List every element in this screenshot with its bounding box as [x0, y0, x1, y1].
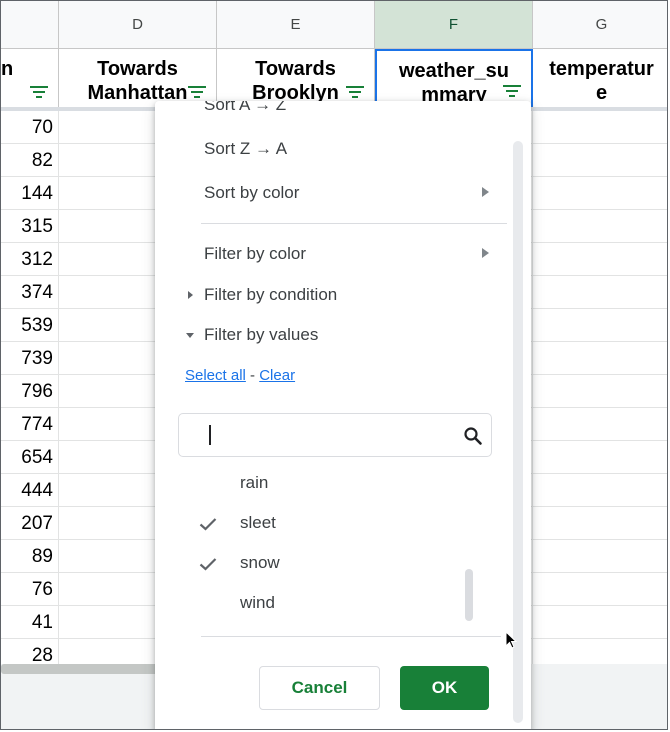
cell-c[interactable]: 207	[1, 507, 59, 540]
cell-c[interactable]: 70	[1, 111, 59, 144]
column-letter-bar: D E F G	[1, 1, 667, 49]
header-line1: Towards	[97, 58, 178, 80]
spreadsheet-window: D E F G n Towards Manhattan Towards Broo…	[0, 0, 668, 730]
cell-c[interactable]: 739	[1, 342, 59, 375]
menu-sort-by-color[interactable]: Sort by color	[204, 183, 299, 203]
cell-g[interactable]	[533, 276, 667, 309]
text-caret	[209, 425, 211, 445]
menu-sort-z-a[interactable]: Sort Z → A	[204, 139, 287, 159]
menu-divider	[201, 636, 501, 637]
menu-filter-by-values[interactable]: Filter by values	[204, 325, 318, 345]
cell-c[interactable]: 76	[1, 573, 59, 606]
cell-c[interactable]: 312	[1, 243, 59, 276]
horizontal-scrollbar[interactable]	[1, 664, 161, 674]
cell-g[interactable]	[533, 375, 667, 408]
cell-g[interactable]	[533, 177, 667, 210]
cell-g[interactable]	[533, 210, 667, 243]
cell-c[interactable]: 82	[1, 144, 59, 177]
cancel-button[interactable]: Cancel	[259, 666, 380, 710]
mouse-pointer-icon	[505, 631, 518, 649]
cell-g[interactable]	[533, 474, 667, 507]
header-cell-towards-brooklyn[interactable]: Towards Brooklyn	[217, 49, 375, 109]
cell-c[interactable]: 539	[1, 309, 59, 342]
expand-right-icon	[188, 291, 193, 299]
cell-g[interactable]	[533, 243, 667, 276]
header-c-text: n	[1, 58, 14, 80]
value-option-rain[interactable]: rain	[240, 473, 268, 493]
cell-g[interactable]	[533, 408, 667, 441]
column-letter-e[interactable]: E	[217, 1, 375, 49]
column-letter-c[interactable]	[1, 1, 59, 49]
filter-icon[interactable]	[346, 86, 364, 100]
cell-g[interactable]	[533, 507, 667, 540]
cell-c[interactable]: 444	[1, 474, 59, 507]
cell-g[interactable]	[533, 144, 667, 177]
header-line1: Towards	[255, 58, 336, 80]
column-letter-f[interactable]: F	[375, 1, 533, 49]
header-cell-c[interactable]: n	[1, 49, 59, 109]
filter-menu: Sort A → Z Sort Z → A Sort by color Filt…	[155, 101, 531, 729]
header-line1: temperatur	[549, 58, 654, 80]
cell-c[interactable]: 774	[1, 408, 59, 441]
header-line2: e	[595, 82, 608, 104]
menu-filter-by-color[interactable]: Filter by color	[204, 244, 306, 264]
header-cell-weather-summary[interactable]: weather_su mmary	[375, 49, 533, 109]
submenu-arrow-icon	[482, 187, 489, 197]
cell-c[interactable]: 41	[1, 606, 59, 639]
values-search-input[interactable]	[178, 413, 492, 457]
checkmark-icon[interactable]	[199, 517, 217, 531]
cell-g[interactable]	[533, 606, 667, 639]
cell-c[interactable]: 374	[1, 276, 59, 309]
search-icon[interactable]	[463, 426, 483, 446]
cell-g[interactable]	[533, 111, 667, 144]
values-list-scrollbar[interactable]	[465, 569, 473, 621]
filter-icon[interactable]	[188, 86, 206, 100]
header-cell-towards-manhattan[interactable]: Towards Manhattan	[59, 49, 217, 109]
cell-g[interactable]	[533, 573, 667, 606]
filter-icon[interactable]	[503, 85, 521, 99]
clear-link[interactable]: Clear	[259, 367, 295, 384]
cell-g[interactable]	[533, 309, 667, 342]
menu-sort-a-z[interactable]: Sort A → Z	[204, 101, 286, 115]
value-option-snow[interactable]: snow	[240, 553, 280, 573]
cell-c[interactable]: 654	[1, 441, 59, 474]
header-line1: weather_su	[398, 60, 510, 82]
select-clear-links: Select all - Clear	[185, 367, 295, 385]
menu-filter-by-condition[interactable]: Filter by condition	[204, 285, 337, 305]
column-letter-d[interactable]: D	[59, 1, 217, 49]
cell-c[interactable]: 89	[1, 540, 59, 573]
header-cell-temperature[interactable]: temperatur e	[533, 49, 667, 109]
filter-icon[interactable]	[30, 86, 48, 100]
cell-g[interactable]	[533, 540, 667, 573]
link-separator: -	[245, 367, 260, 384]
select-all-link[interactable]: Select all	[185, 367, 246, 384]
value-option-wind[interactable]: wind	[240, 593, 275, 613]
cell-g[interactable]	[533, 342, 667, 375]
submenu-arrow-icon	[482, 248, 489, 258]
menu-divider	[201, 223, 507, 224]
value-option-sleet[interactable]: sleet	[240, 513, 276, 533]
expand-down-icon	[186, 333, 194, 338]
cell-c[interactable]: 796	[1, 375, 59, 408]
cell-c[interactable]: 315	[1, 210, 59, 243]
cell-c[interactable]: 144	[1, 177, 59, 210]
header-row: n Towards Manhattan Towards Brooklyn wea…	[1, 49, 667, 109]
cell-g[interactable]	[533, 441, 667, 474]
checkmark-icon[interactable]	[199, 557, 217, 571]
ok-button[interactable]: OK	[400, 666, 489, 710]
column-letter-g[interactable]: G	[533, 1, 667, 49]
